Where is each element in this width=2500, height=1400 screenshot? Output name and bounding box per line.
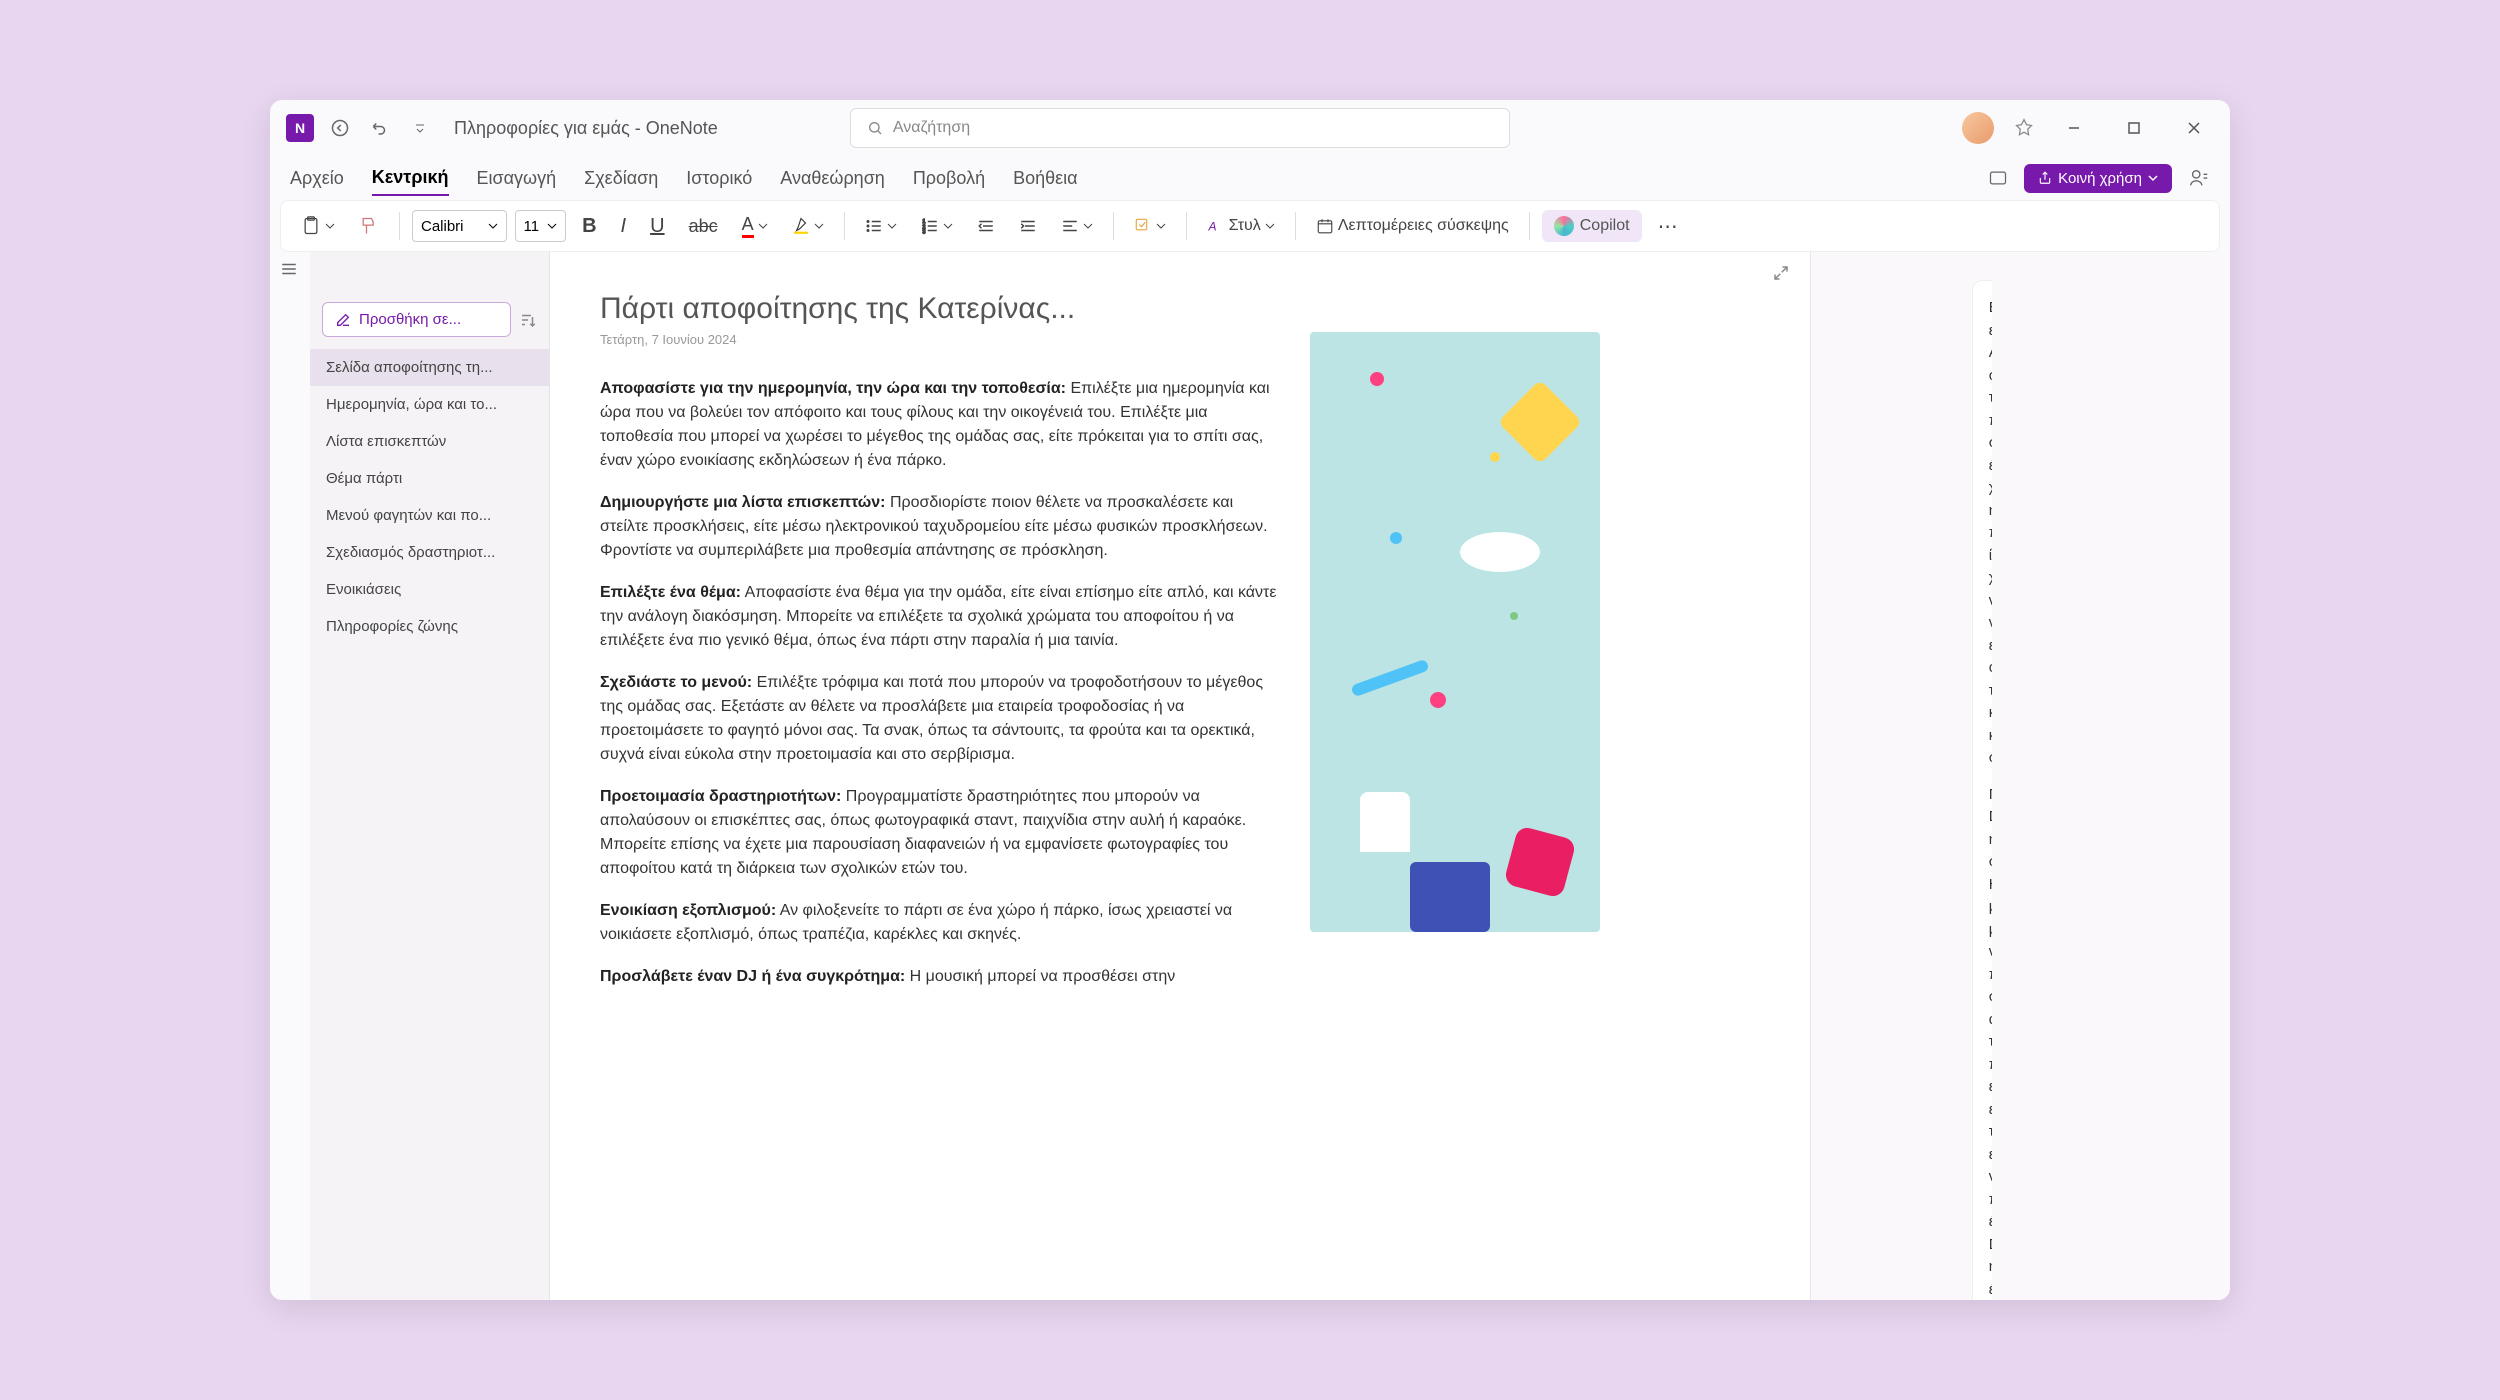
share-icon [2038, 171, 2052, 185]
font-size-select[interactable]: 11 [515, 210, 567, 242]
copilot-body: Ενοικίαση εξοπλισμού: Αν φιλοξενείτε το … [1952, 268, 1992, 1300]
note-paragraph[interactable]: Ενοικίαση εξοπλισμού: Αν φιλοξενείτε το … [600, 899, 1280, 947]
back-button[interactable] [326, 114, 354, 142]
numbered-list-button[interactable]: 123 [913, 208, 961, 244]
sort-button[interactable] [519, 311, 537, 329]
premium-icon[interactable] [2014, 118, 2034, 138]
page-list: Σελίδα αποφοίτησης τη... Ημερομηνία, ώρα… [310, 349, 549, 645]
font-color-button[interactable]: A [734, 208, 776, 244]
menu-help[interactable]: Βοήθεια [1013, 162, 1077, 195]
onenote-app-icon: N [286, 114, 314, 142]
copilot-header: Copilot Ενοικίαση εξοπλισμού: Αν φιλοξεν… [1811, 252, 2230, 1300]
note-paragraph[interactable]: Σχεδιάστε το μενού: Επιλέξτε τρόφιμα και… [600, 671, 1280, 767]
note-date: Τετάρτη, 7 Ιουνίου 2024 [600, 332, 1280, 347]
mode-switch-icon[interactable] [1988, 168, 2008, 188]
content-area: Αναζήτηση σημειωματ... Προσθήκη σε... Σε… [270, 252, 2230, 1300]
note-paragraph[interactable]: Προσλάβετε έναν DJ ή ένα συγκρότημα: Η μ… [600, 965, 1280, 989]
note-paragraph[interactable]: Δημιουργήστε μια λίστα επισκεπτών: Προσδ… [600, 491, 1280, 563]
page-item[interactable]: Λίστα επισκεπτών [310, 423, 549, 460]
menu-review[interactable]: Αναθεώρηση [780, 162, 885, 195]
meeting-details-button[interactable]: Λεπτομέρειες σύσκεψης [1308, 208, 1517, 244]
titlebar: N Πληροφορίες για εμάς - OneNote Αναζήτη… [270, 100, 2230, 156]
party-image[interactable] [1310, 332, 1600, 932]
qat-dropdown[interactable] [406, 114, 434, 142]
page-sidebar: Προσθήκη σε... Σελίδα αποφοίτησης τη... … [310, 252, 550, 1300]
edit-icon [335, 312, 351, 328]
menu-view[interactable]: Προβολή [913, 162, 985, 195]
user-avatar[interactable] [1962, 112, 1994, 144]
page-item[interactable]: Ενοικιάσεις [310, 571, 549, 608]
highlight-button[interactable] [784, 208, 832, 244]
page-item[interactable]: Σχεδιασμός δραστηριοτ... [310, 534, 549, 571]
strikethrough-button[interactable]: abc [681, 208, 726, 244]
svg-text:A: A [1207, 220, 1216, 234]
copilot-ribbon-button[interactable]: Copilot [1542, 210, 1642, 242]
paste-button[interactable] [293, 208, 343, 244]
page-item[interactable]: Θέμα πάρτι [310, 460, 549, 497]
note-title[interactable]: Πάρτι αποφοίτησης της Κατερίνας... [600, 292, 1280, 326]
search-placeholder: Αναζήτηση [893, 119, 970, 137]
add-page-button[interactable]: Προσθήκη σε... [322, 302, 511, 337]
comments-icon[interactable] [2188, 167, 2210, 189]
chevron-down-icon [2148, 173, 2158, 183]
underline-button[interactable]: U [642, 208, 672, 244]
menu-home[interactable]: Κεντρική [372, 161, 449, 196]
bold-button[interactable]: B [574, 208, 604, 244]
indent-button[interactable] [1011, 208, 1045, 244]
copilot-response: Ενοικίαση εξοπλισμού: Αν φιλοξενείτε το … [1972, 280, 1992, 1300]
page-item[interactable]: Μενού φαγητών και πο... [310, 497, 549, 534]
styles-button[interactable]: AΣτυλ [1199, 208, 1283, 244]
expand-button[interactable] [1772, 264, 1790, 282]
menu-file[interactable]: Αρχείο [290, 162, 344, 195]
close-button[interactable] [2174, 114, 2214, 142]
share-button[interactable]: Κοινή χρήση [2024, 164, 2172, 193]
page-item[interactable]: Ημερομηνία, ώρα και το... [310, 386, 549, 423]
note-paragraph[interactable]: Προετοιμασία δραστηριοτήτων: Προγραμματί… [600, 785, 1280, 881]
window-title: Πληροφορίες για εμάς - OneNote [454, 118, 718, 139]
align-button[interactable] [1053, 208, 1101, 244]
copilot-pane: Copilot Ενοικίαση εξοπλισμού: Αν φιλοξεν… [1810, 252, 2230, 1300]
font-name-select[interactable]: Calibri [412, 210, 507, 242]
ribbon-toolbar: Calibri 11 B I U abc A 123 AΣτυλ Λεπτομέ… [280, 200, 2220, 252]
outdent-button[interactable] [969, 208, 1003, 244]
page-item[interactable]: Πληροφορίες ζώνης [310, 608, 549, 645]
tag-button[interactable] [1126, 208, 1174, 244]
menu-history[interactable]: Ιστορικό [686, 162, 752, 195]
bullet-list-button[interactable] [857, 208, 905, 244]
maximize-button[interactable] [2114, 114, 2154, 142]
format-painter-button[interactable] [351, 208, 387, 244]
note-paragraph[interactable]: Αποφασίστε για την ημερομηνία, την ώρα κ… [600, 377, 1280, 473]
note-paragraph[interactable]: Επιλέξτε ένα θέμα: Αποφασίστε ένα θέμα γ… [600, 581, 1280, 653]
menu-draw[interactable]: Σχεδίαση [584, 162, 658, 195]
italic-button[interactable]: I [613, 208, 635, 244]
app-window: N Πληροφορίες για εμάς - OneNote Αναζήτη… [270, 100, 2230, 1300]
undo-button[interactable] [366, 114, 394, 142]
search-icon [867, 120, 883, 136]
search-input[interactable]: Αναζήτηση [850, 108, 1510, 148]
copilot-icon [1554, 216, 1574, 236]
menu-insert[interactable]: Εισαγωγή [477, 162, 557, 195]
hamburger-icon[interactable] [280, 260, 298, 278]
menubar: Αρχείο Κεντρική Εισαγωγή Σχεδίαση Ιστορι… [270, 156, 2230, 200]
more-options-button[interactable]: ⋯ [1650, 208, 1688, 244]
minimize-button[interactable] [2054, 114, 2094, 142]
note-canvas[interactable]: Πάρτι αποφοίτησης της Κατερίνας... Τετάρ… [550, 252, 1810, 1300]
page-item[interactable]: Σελίδα αποφοίτησης τη... [310, 349, 549, 386]
svg-text:3: 3 [922, 230, 925, 236]
